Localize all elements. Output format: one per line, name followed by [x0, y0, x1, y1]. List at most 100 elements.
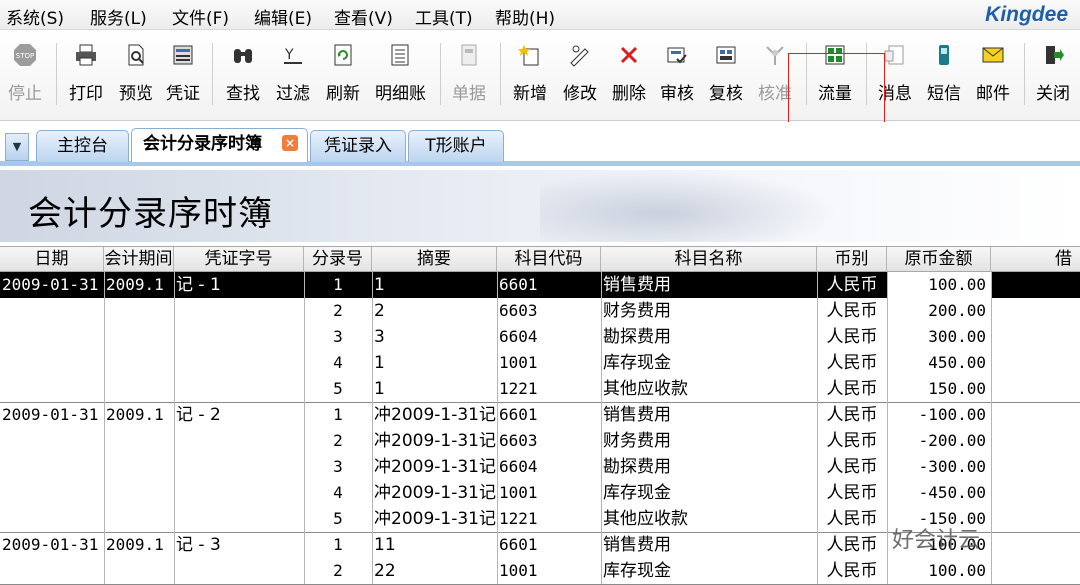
tab-close-icon[interactable]: ×: [282, 135, 298, 151]
delete-button[interactable]: 删除: [604, 43, 654, 113]
table-row[interactable]: 2009-01-31 2009.1 记 - 1 1 1 6601 销售费用 人民币 100.00: [0, 272, 1080, 298]
cell-summary: 1: [374, 379, 385, 399]
column-divider: [304, 272, 305, 584]
menu-tools[interactable]: 工具(T): [415, 4, 473, 29]
refresh-button[interactable]: 刷新: [318, 43, 368, 113]
cell-currency: 人民币: [826, 275, 878, 295]
print-button[interactable]: 打印: [61, 43, 111, 113]
column-header-date[interactable]: 日期: [0, 247, 104, 272]
preview-icon: [128, 44, 144, 66]
cell-voucher: 记 - 3: [176, 535, 221, 555]
detail-ledger-label: 明细账: [375, 84, 426, 104]
column-header-entry-no[interactable]: 分录号: [304, 247, 372, 272]
column-header-voucher-no[interactable]: 凭证字号: [174, 247, 304, 272]
document-button[interactable]: 单据: [444, 43, 494, 113]
column-divider: [174, 532, 175, 584]
tab-main-console[interactable]: 主控台: [36, 130, 129, 162]
mail-icon: [982, 47, 1004, 63]
delete-label: 删除: [612, 84, 646, 104]
find-button[interactable]: 查找: [218, 43, 268, 113]
cell-summary: 冲2009-1-31记号: [374, 457, 497, 477]
approve-label: 核准: [758, 84, 792, 104]
column-divider: [887, 272, 888, 584]
table-row[interactable]: 2 22 1001 库存现金 人民币 100.00: [0, 558, 1080, 584]
menu-help[interactable]: 帮助(H): [495, 4, 555, 29]
column-header-currency[interactable]: 币别: [817, 247, 887, 272]
cell-currency: 人民币: [826, 509, 878, 529]
stop-button[interactable]: STOP 停止: [0, 43, 50, 113]
table-row[interactable]: 4 冲2009-1-31记号1001 库存现金 人民币 -450.00: [0, 480, 1080, 506]
voucher-button[interactable]: 凭证: [158, 43, 208, 113]
tab-journal-list[interactable]: 会计分录序时簿 ×: [131, 128, 308, 162]
cell-currency: 人民币: [826, 483, 878, 503]
cell-summary: 11: [374, 535, 396, 555]
column-header-account-name[interactable]: 科目名称: [601, 247, 817, 272]
cell-voucher: 记 - 1: [176, 275, 221, 295]
cell-no: 2: [333, 301, 343, 320]
cell-no: 1: [333, 535, 343, 554]
binoculars-icon: [234, 49, 252, 63]
cell-summary: 冲2009-1-31记号: [374, 483, 497, 503]
menu-file[interactable]: 文件(F): [172, 4, 229, 29]
audit-button[interactable]: 审核: [652, 43, 702, 113]
cell-name: 销售费用: [603, 535, 671, 555]
toolbar-separator: [500, 43, 501, 105]
column-header-summary[interactable]: 摘要: [372, 247, 497, 272]
refresh-icon: [334, 44, 352, 66]
cell-date: 2009-01-31: [2, 535, 99, 554]
cell-amount: 300.00: [928, 327, 986, 346]
menu-view[interactable]: 查看(V): [334, 4, 393, 29]
message-button[interactable]: 消息: [870, 43, 920, 113]
table-row[interactable]: 2 冲2009-1-31记号6603 财务费用 人民币 -200.00: [0, 428, 1080, 454]
table-row[interactable]: 5 1 1221 其他应收款 人民币 150.00: [0, 376, 1080, 402]
close-button[interactable]: 关闭: [1028, 43, 1078, 113]
toolbar-separator: [1024, 43, 1025, 105]
refresh-label: 刷新: [326, 84, 360, 104]
filter-button[interactable]: Y 过滤: [268, 43, 318, 113]
cell-amount: -300.00: [918, 457, 986, 476]
column-header-account-code[interactable]: 科目代码: [497, 247, 601, 272]
cashflow-button[interactable]: 流量: [810, 43, 860, 113]
tab-label: T形账户: [425, 136, 487, 156]
preview-button[interactable]: 预览: [111, 43, 161, 113]
column-divider: [601, 272, 602, 584]
table-row[interactable]: 2 2 6603 财务费用 人民币 200.00: [0, 298, 1080, 324]
cashflow-icon: [825, 45, 845, 65]
new-button[interactable]: 新增: [505, 43, 555, 113]
cell-summary: 冲2009-1-31记号: [374, 431, 497, 451]
approve-button[interactable]: 核准: [750, 43, 800, 113]
table-row[interactable]: 3 3 6604 勘探费用 人民币 300.00: [0, 324, 1080, 350]
table-row[interactable]: 4 1 1001 库存现金 人民币 450.00: [0, 350, 1080, 376]
column-header-amount[interactable]: 原币金额: [887, 247, 991, 272]
toolbar-separator: [212, 43, 213, 105]
cell-code: 1001: [499, 483, 538, 502]
menu-system[interactable]: 系统(S): [6, 4, 64, 29]
recheck-button[interactable]: 复核: [701, 43, 751, 113]
column-header-debit[interactable]: 借: [991, 247, 1080, 272]
tab-voucher-entry[interactable]: 凭证录入: [310, 130, 406, 162]
cell-amount: -450.00: [918, 483, 986, 502]
sms-button[interactable]: 短信: [919, 43, 969, 113]
modify-button[interactable]: 修改: [555, 43, 605, 113]
column-divider: [174, 402, 175, 532]
table-row[interactable]: 2009-01-31 2009.1 记 - 2 1 冲2009-1-31记号6601 销售…: [0, 402, 1080, 428]
cell-currency: 人民币: [826, 301, 878, 321]
detail-ledger-button[interactable]: 明细账: [375, 43, 426, 113]
column-divider: [817, 272, 818, 584]
audit-label: 审核: [660, 84, 694, 104]
menu-edit[interactable]: 编辑(E): [254, 4, 312, 29]
cell-summary: 2: [374, 301, 385, 321]
cell-currency: 人民币: [826, 457, 878, 477]
tab-t-account[interactable]: T形账户: [408, 130, 504, 162]
table-row[interactable]: 3 冲2009-1-31记号6604 勘探费用 人民币 -300.00: [0, 454, 1080, 480]
find-label: 查找: [226, 84, 260, 104]
cell-name: 勘探费用: [603, 457, 671, 477]
svg-text:STOP: STOP: [16, 52, 34, 60]
tab-dropdown-button[interactable]: ▼: [5, 133, 29, 161]
column-divider: [104, 532, 105, 584]
menu-service[interactable]: 服务(L): [90, 4, 147, 29]
mail-button[interactable]: 邮件: [968, 43, 1018, 113]
print-label: 打印: [69, 84, 103, 104]
column-header-period[interactable]: 会计期间: [104, 247, 174, 272]
exit-icon: [1046, 46, 1064, 64]
